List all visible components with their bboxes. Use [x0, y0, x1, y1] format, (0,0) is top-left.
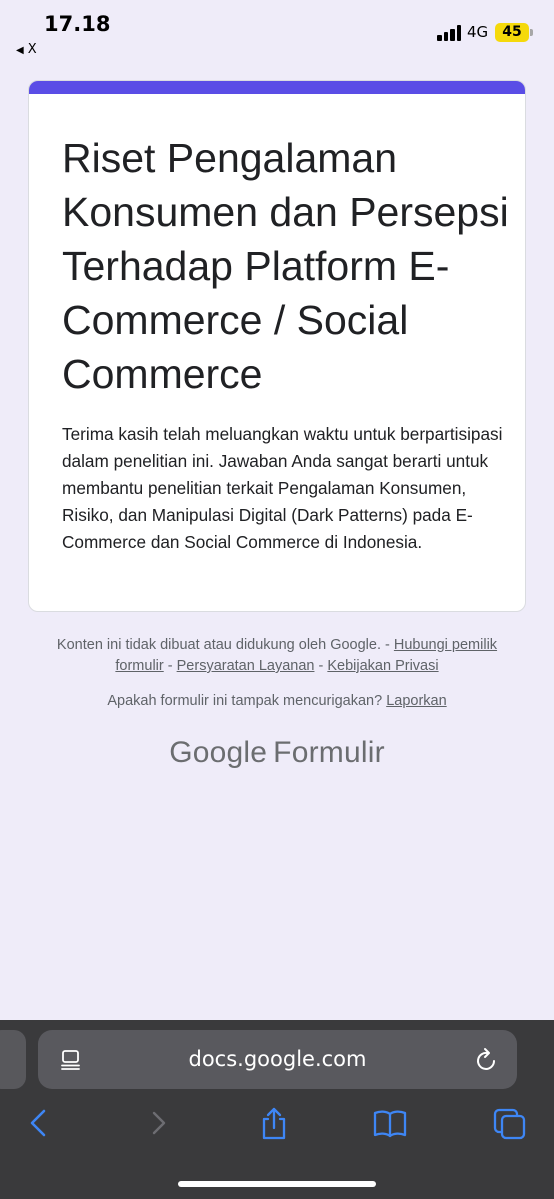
report-line: Apakah formulir ini tampak mencurigakan?… — [40, 691, 514, 712]
status-time: 17.18 — [44, 12, 111, 36]
back-triangle-icon: ◀ — [16, 45, 24, 56]
share-icon[interactable] — [257, 1106, 291, 1140]
status-bar: 17.18 ◀ X 4G 45 — [0, 0, 554, 64]
google-forms-logo[interactable]: Google Formulir — [0, 736, 554, 770]
reload-icon[interactable] — [475, 1047, 499, 1073]
battery-icon: 45 — [495, 23, 529, 42]
form-title: Riset Pengalaman Konsumen dan Persepsi T… — [62, 135, 509, 397]
report-link[interactable]: Laporkan — [386, 693, 446, 709]
back-to-app[interactable]: ◀ X — [16, 42, 37, 57]
terms-link[interactable]: Persyaratan Layanan — [177, 658, 315, 674]
network-type: 4G — [467, 23, 489, 41]
bookmarks-icon[interactable] — [373, 1106, 407, 1140]
home-indicator — [178, 1181, 376, 1187]
brand-google: Google — [169, 736, 268, 769]
cellular-signal-icon — [437, 24, 463, 41]
url-text[interactable]: docs.google.com — [38, 1030, 517, 1089]
form-header-card: Riset Pengalaman Konsumen dan Persepsi T… — [28, 80, 526, 612]
battery-cap — [530, 29, 533, 36]
brand-product: Formulir — [273, 736, 385, 769]
address-bar[interactable]: docs.google.com — [38, 1030, 517, 1089]
back-app-label: X — [27, 42, 37, 57]
form-description: Terima kasih telah meluangkan waktu untu… — [62, 424, 503, 552]
forward-icon[interactable] — [142, 1106, 176, 1140]
privacy-link[interactable]: Kebijakan Privasi — [327, 658, 438, 674]
footer-disclaimer: Konten ini tidak dibuat atau didukung ol… — [56, 637, 498, 674]
disclaimer-text: Konten ini tidak dibuat atau didukung ol… — [56, 637, 381, 653]
back-icon[interactable] — [22, 1106, 56, 1140]
card-accent-bar — [29, 81, 525, 94]
tabs-icon[interactable] — [493, 1106, 527, 1140]
previous-tab-peek[interactable] — [0, 1030, 26, 1089]
report-question: Apakah formulir ini tampak mencurigakan? — [107, 693, 383, 709]
